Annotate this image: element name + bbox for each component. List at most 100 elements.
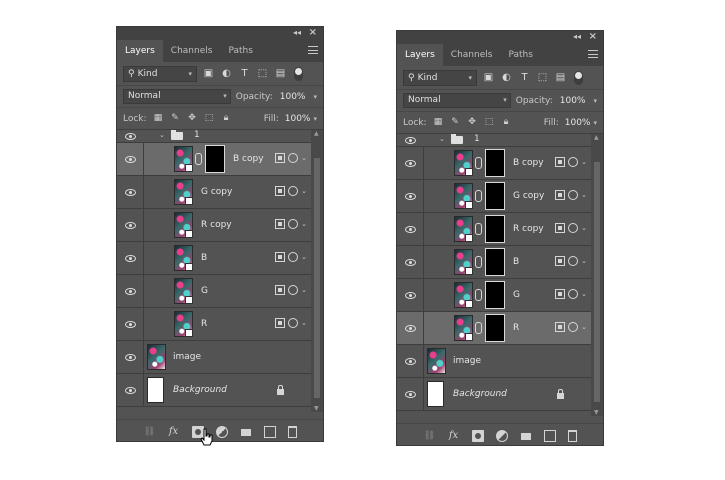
chain-link-icon[interactable] — [475, 157, 482, 169]
layer-mask-thumbnail[interactable] — [485, 314, 505, 342]
lock-artboard-icon[interactable]: ⬚ — [484, 117, 495, 128]
chevron-down-icon[interactable]: ▾ — [593, 97, 597, 105]
chevron-down-icon[interactable]: ▾ — [593, 119, 597, 127]
adjustment-filter-icon[interactable]: ◐ — [500, 71, 513, 84]
blend-mode-select[interactable]: Normal ▾ — [123, 89, 231, 104]
opacity-value[interactable]: 100% — [280, 92, 306, 102]
chevron-down-icon[interactable]: ⌄ — [301, 220, 307, 228]
chevron-down-icon[interactable]: ⌄ — [301, 253, 307, 261]
tab-layers[interactable]: Layers — [117, 40, 163, 62]
blend-mode-select[interactable]: Normal ▾ — [403, 93, 511, 108]
smart-filter-icon[interactable] — [275, 285, 286, 295]
chevron-down-icon[interactable]: ⌄ — [581, 323, 587, 331]
chevron-down-icon[interactable]: ▾ — [313, 93, 317, 101]
image-filter-icon[interactable]: ▣ — [482, 71, 495, 84]
layer-row-image[interactable]: image — [117, 341, 311, 374]
tab-paths[interactable]: Paths — [220, 40, 260, 62]
blend-icon[interactable] — [568, 256, 579, 266]
fill-value[interactable]: 100% — [285, 114, 311, 124]
collapse-icon[interactable]: ◂◂ — [293, 28, 301, 37]
close-icon[interactable]: × — [309, 27, 317, 38]
chevron-down-icon[interactable]: ⌄ — [159, 131, 165, 139]
tab-layers[interactable]: Layers — [397, 44, 443, 66]
lock-all-icon[interactable]: 🔒︎ — [501, 117, 512, 128]
new-group-button[interactable] — [240, 426, 252, 438]
eye-icon[interactable] — [125, 321, 136, 328]
eye-icon[interactable] — [405, 391, 416, 398]
tab-channels[interactable]: Channels — [443, 44, 501, 66]
blend-icon[interactable] — [288, 252, 299, 262]
eye-icon[interactable] — [405, 325, 416, 332]
blend-icon[interactable] — [568, 223, 579, 233]
add-mask-button[interactable] — [471, 429, 484, 442]
smart-filter-icon[interactable] — [555, 223, 566, 233]
layer-mask-thumbnail[interactable] — [485, 248, 505, 276]
new-group-button[interactable] — [520, 430, 532, 442]
adjustment-layer-button[interactable] — [495, 429, 508, 442]
trash-icon[interactable] — [287, 425, 297, 438]
layer-row[interactable]: R copy ⌄ — [117, 209, 311, 242]
link-layers-icon[interactable]: ⛓︎ — [424, 430, 436, 442]
eye-icon[interactable] — [405, 292, 416, 299]
blend-icon[interactable] — [288, 318, 299, 328]
smart-filter-icon[interactable] — [275, 219, 286, 229]
panel-menu-icon[interactable] — [308, 46, 318, 54]
link-layers-icon[interactable]: ⛓︎ — [144, 426, 156, 438]
close-icon[interactable]: × — [589, 31, 597, 42]
type-filter-icon[interactable]: T — [518, 71, 531, 84]
lock-position-icon[interactable]: ✥ — [187, 113, 198, 124]
blend-icon[interactable] — [288, 153, 299, 163]
smart-filter-icon[interactable] — [275, 318, 286, 328]
layer-row-image[interactable]: image — [397, 345, 591, 378]
layer-row[interactable]: R ⌄ — [117, 308, 311, 341]
lock-brush-icon[interactable]: ✎ — [450, 117, 461, 128]
layer-row[interactable]: G copy ⌄ — [397, 180, 591, 213]
layers-scrollbar[interactable]: ▲ ▼ — [591, 134, 603, 416]
layer-mask-thumbnail[interactable] — [205, 145, 225, 173]
shape-filter-icon[interactable]: ⬚ — [256, 67, 269, 80]
layer-row[interactable]: R ⌄ — [397, 312, 591, 345]
scrollbar-thumb[interactable] — [314, 158, 320, 398]
blend-icon[interactable] — [288, 285, 299, 295]
smart-filter-icon[interactable] — [555, 256, 566, 266]
lock-icon[interactable] — [556, 389, 565, 399]
layer-row[interactable]: B copy ⌄ — [117, 143, 311, 176]
eye-icon[interactable] — [405, 193, 416, 200]
lock-transparent-icon[interactable]: ▦ — [153, 113, 164, 124]
layer-row[interactable]: R copy ⌄ — [397, 213, 591, 246]
adjustment-filter-icon[interactable]: ◐ — [220, 67, 233, 80]
chevron-up-icon[interactable]: ▲ — [314, 130, 319, 137]
smart-filter-icon[interactable] — [555, 157, 566, 167]
eye-icon[interactable] — [405, 358, 416, 365]
layer-row[interactable]: G ⌄ — [117, 275, 311, 308]
smart-filter-icon[interactable] — [555, 322, 566, 332]
tab-paths[interactable]: Paths — [500, 44, 540, 66]
layer-mask-thumbnail[interactable] — [485, 281, 505, 309]
trash-icon[interactable] — [567, 429, 577, 442]
blend-icon[interactable] — [568, 157, 579, 167]
group-row[interactable]: ⌄ 1 — [117, 130, 311, 143]
shape-filter-icon[interactable]: ⬚ — [536, 71, 549, 84]
add-style-button[interactable]: fx — [448, 430, 460, 442]
layer-row[interactable]: B copy ⌄ — [397, 147, 591, 180]
chain-link-icon[interactable] — [475, 223, 482, 235]
scrollbar-thumb[interactable] — [594, 162, 600, 402]
eye-icon[interactable] — [125, 222, 136, 229]
chevron-down-icon[interactable]: ⌄ — [301, 187, 307, 195]
chain-link-icon[interactable] — [475, 190, 482, 202]
layers-scrollbar[interactable]: ▲ ▼ — [311, 130, 323, 412]
layer-row[interactable]: B ⌄ — [117, 242, 311, 275]
smart-filter-icon[interactable] — [275, 153, 286, 163]
eye-icon[interactable] — [405, 160, 416, 167]
smart-object-filter-icon[interactable]: ▤ — [274, 67, 287, 80]
layer-mask-thumbnail[interactable] — [485, 182, 505, 210]
blend-icon[interactable] — [288, 186, 299, 196]
lock-artboard-icon[interactable]: ⬚ — [204, 113, 215, 124]
chevron-up-icon[interactable]: ▲ — [594, 134, 599, 141]
chevron-down-icon[interactable]: ⌄ — [581, 191, 587, 199]
tab-channels[interactable]: Channels — [163, 40, 221, 62]
opacity-value[interactable]: 100% — [560, 96, 586, 106]
filter-toggle[interactable] — [574, 70, 583, 85]
group-row[interactable]: ⌄ 1 — [397, 134, 591, 147]
blend-icon[interactable] — [568, 322, 579, 332]
